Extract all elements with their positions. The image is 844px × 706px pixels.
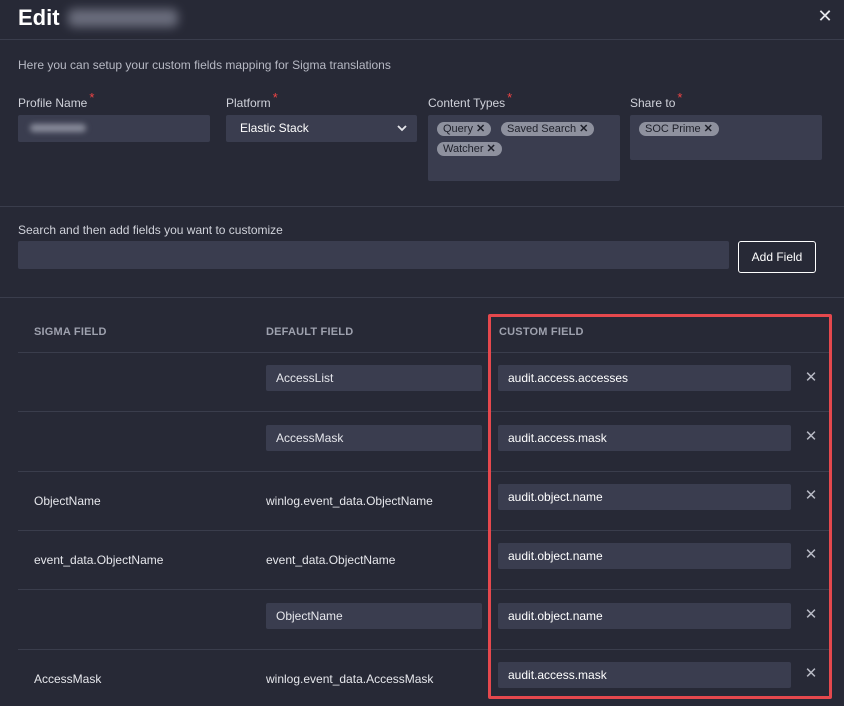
custom-field-input[interactable]: audit.access.mask	[498, 662, 791, 688]
profile-name-label-text: Profile Name	[18, 96, 88, 110]
sigma-field-value: AccessMask	[34, 672, 102, 686]
share-to-multiselect[interactable]: SOC Prime ✕	[630, 115, 822, 160]
default-field-input[interactable]: AccessList	[266, 365, 482, 391]
sigma-field-value: ObjectName	[34, 494, 101, 508]
redacted-value	[30, 124, 86, 132]
header-custom-field: CUSTOM FIELD	[499, 326, 584, 338]
row-divider	[18, 530, 830, 531]
share-to-label-text: Share to	[630, 96, 676, 110]
chip-label: SOC Prime	[645, 123, 701, 135]
intro-text: Here you can setup your custom fields ma…	[18, 58, 391, 72]
chip-saved-search: Saved Search ✕	[501, 122, 595, 136]
required-marker: *	[89, 90, 95, 105]
custom-field-input[interactable]: audit.access.mask	[498, 425, 791, 451]
remove-row-icon[interactable]: ✕	[802, 665, 820, 683]
header-sigma-field: SIGMA FIELD	[34, 326, 107, 338]
row-divider	[18, 471, 830, 472]
chip-watcher: Watcher ✕	[437, 142, 502, 156]
row-divider	[18, 411, 830, 412]
close-icon[interactable]: ✕	[815, 6, 835, 26]
remove-row-icon[interactable]: ✕	[802, 487, 820, 505]
chip-soc-prime: SOC Prime ✕	[639, 122, 719, 136]
search-label: Search and then add fields you want to c…	[18, 223, 283, 237]
default-field-input[interactable]: ObjectName	[266, 603, 482, 629]
chevron-down-icon	[397, 120, 407, 139]
custom-field-input[interactable]: audit.access.accesses	[498, 365, 791, 391]
remove-row-icon[interactable]: ✕	[802, 606, 820, 624]
chip-remove-icon[interactable]: ✕	[579, 123, 588, 135]
custom-field-input[interactable]: audit.object.name	[498, 484, 791, 510]
platform-label: Platform *	[226, 90, 278, 110]
row-divider	[18, 649, 830, 650]
chip-remove-icon[interactable]: ✕	[704, 123, 713, 135]
title-text: Edit	[18, 5, 60, 30]
content-types-multiselect[interactable]: Query ✕ Saved Search ✕ Watcher ✕	[428, 115, 620, 181]
remove-row-icon[interactable]: ✕	[802, 428, 820, 446]
required-marker: *	[272, 90, 278, 105]
share-to-label: Share to *	[630, 90, 682, 110]
platform-select[interactable]: Elastic Stack	[226, 115, 417, 142]
row-divider	[18, 589, 830, 590]
modal-header: Edit ✕	[0, 0, 844, 40]
section-divider	[0, 206, 844, 207]
platform-value: Elastic Stack	[240, 121, 309, 135]
profile-name-input[interactable]	[18, 115, 210, 142]
chip-remove-icon[interactable]: ✕	[476, 123, 485, 135]
custom-field-input[interactable]: audit.object.name	[498, 603, 791, 629]
add-field-button[interactable]: Add Field	[738, 241, 816, 273]
default-field-value: winlog.event_data.ObjectName	[266, 494, 433, 508]
section-divider	[0, 297, 844, 298]
remove-row-icon[interactable]: ✕	[802, 369, 820, 387]
sigma-field-value: event_data.ObjectName	[34, 553, 164, 567]
content-types-label-text: Content Types	[428, 96, 506, 110]
modal-title: Edit	[18, 5, 178, 31]
default-field-value: event_data.ObjectName	[266, 553, 396, 567]
field-search-input[interactable]	[18, 241, 729, 269]
content-types-label: Content Types *	[428, 90, 512, 110]
chip-label: Watcher	[443, 143, 484, 155]
custom-field-input[interactable]: audit.object.name	[498, 543, 791, 569]
required-marker: *	[677, 90, 683, 105]
row-divider	[18, 352, 830, 353]
default-field-input[interactable]: AccessMask	[266, 425, 482, 451]
remove-row-icon[interactable]: ✕	[802, 546, 820, 564]
chip-query: Query ✕	[437, 122, 492, 136]
profile-name-label: Profile Name *	[18, 90, 94, 110]
redacted-profile-name	[67, 9, 178, 27]
chip-label: Saved Search	[507, 123, 577, 135]
chip-label: Query	[443, 123, 473, 135]
default-field-value: winlog.event_data.AccessMask	[266, 672, 434, 686]
header-default-field: DEFAULT FIELD	[266, 326, 354, 338]
platform-label-text: Platform	[226, 96, 271, 110]
chip-remove-icon[interactable]: ✕	[487, 143, 496, 155]
required-marker: *	[507, 90, 513, 105]
